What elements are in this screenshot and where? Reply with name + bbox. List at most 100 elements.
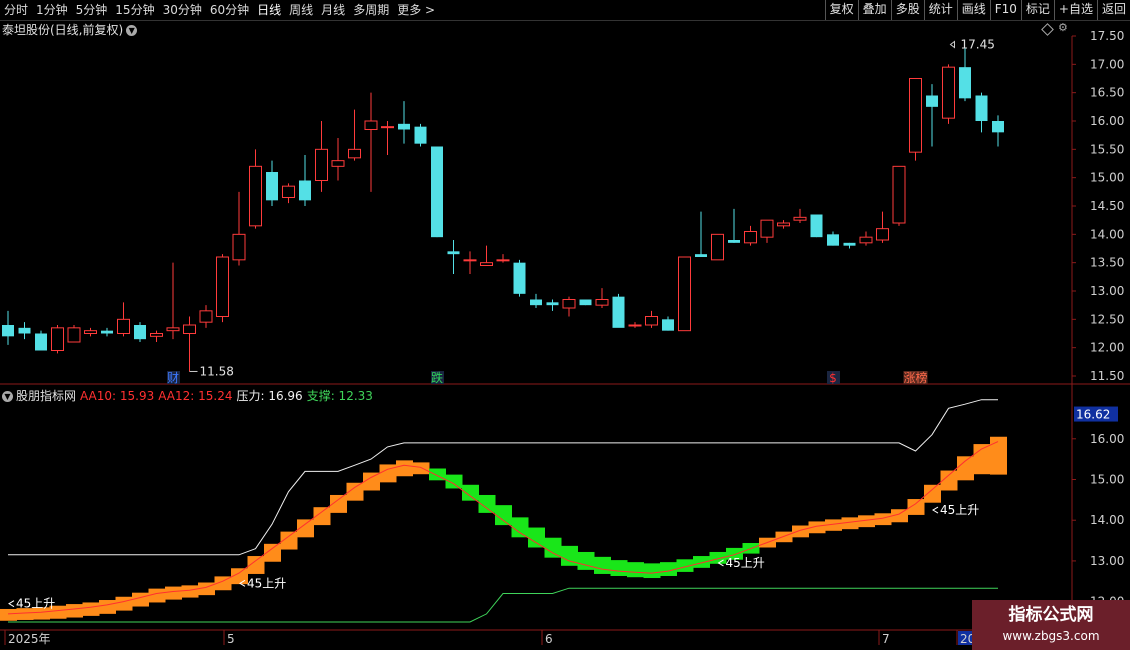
candle-body: [496, 259, 510, 262]
band-bar: [396, 460, 413, 477]
current-value-label: 16.62: [1076, 408, 1110, 422]
candle-body: [18, 327, 31, 334]
candle-body: [876, 228, 889, 241]
y-tick-label: 15.50: [1090, 142, 1124, 156]
band-bar: [990, 436, 1007, 475]
candle-body: [84, 330, 97, 334]
event-marker: 跌: [431, 370, 443, 385]
band-bar: [577, 551, 595, 570]
pressure-line: [8, 399, 998, 556]
band-bar: [181, 585, 199, 598]
candle-body: [513, 262, 526, 294]
candle-body: [299, 180, 311, 201]
candle-body: [612, 296, 625, 328]
y-tick-label: 11.50: [1090, 369, 1124, 383]
indicator-tick-label: 16.00: [1090, 432, 1124, 446]
indicator-tick-label: 13.00: [1090, 554, 1124, 568]
band-bar: [594, 556, 611, 574]
band-bar: [148, 588, 166, 603]
aa10-label: AA10: 15.93: [80, 389, 155, 403]
event-marker: 财: [167, 371, 179, 385]
candle-body: [810, 214, 823, 238]
event-marker: 涨榜: [903, 370, 927, 385]
high-marker: [949, 40, 955, 49]
candle-body: [892, 165, 906, 224]
band-bar: [445, 474, 463, 489]
candle-body: [35, 333, 47, 351]
y-tick-label: 14.00: [1090, 227, 1124, 241]
candle-body: [447, 251, 460, 255]
candle-body: [975, 95, 988, 121]
y-tick-label: 13.50: [1090, 256, 1124, 270]
candle-body: [777, 222, 790, 227]
candle-body: [562, 299, 576, 309]
candle-body: [150, 333, 163, 337]
band-bar: [99, 600, 116, 614]
candle-body: [843, 242, 856, 246]
candle-body: [315, 148, 328, 181]
candle-body: [414, 126, 427, 144]
band-bar: [379, 464, 397, 483]
candle-body: [2, 325, 14, 337]
candle-body: [431, 146, 443, 238]
candle-body: [282, 185, 295, 199]
band-bar: [610, 560, 628, 576]
candle-body: [711, 233, 724, 261]
candle-body: [51, 327, 64, 352]
aa12-label: AA12: 15.24: [158, 389, 233, 403]
y-tick-label: 15.00: [1090, 171, 1124, 185]
band-bar: [412, 462, 430, 475]
candle-body: [199, 310, 213, 323]
indicator-tick-label: 14.00: [1090, 513, 1124, 527]
candle-body: [331, 160, 345, 167]
candle-body: [959, 67, 971, 99]
candle-body: [166, 327, 180, 332]
signal-label: 45上升: [247, 576, 286, 590]
indicator-name: 股朋指标网: [16, 389, 77, 403]
candle-body: [827, 234, 839, 246]
band-bar: [627, 562, 644, 578]
low-price-label: 11.58: [200, 364, 234, 378]
band-bar: [495, 505, 512, 526]
candle-body: [183, 324, 196, 334]
band-bar: [643, 563, 661, 579]
kline-chart[interactable]: 17.50 17.00 16.50 16.00 15.50 15.00 14.50 14.00…: [0, 0, 1130, 650]
candle-body: [348, 148, 361, 159]
candle-body: [216, 256, 229, 317]
candle-body: [695, 254, 707, 257]
band-bar: [115, 596, 133, 611]
candle-body: [926, 95, 938, 107]
band-bar: [462, 484, 479, 501]
candle-body: [628, 324, 642, 327]
pressure-label: 压力: 16.96: [236, 389, 303, 403]
y-tick-label: 17.50: [1090, 29, 1124, 43]
candle-body: [992, 121, 1004, 133]
band-bar: [693, 556, 710, 568]
candle-body: [381, 126, 394, 129]
candle-body: [117, 318, 130, 335]
support-label: 支撑: 12.33: [306, 389, 373, 403]
indicator-header: ▼ 股朋指标网 AA10: 15.93 AA12: 15.24 压力: 16.96 支撑:…: [2, 387, 377, 404]
candle-body: [266, 172, 278, 201]
candle-body: [859, 236, 873, 244]
signal-label: 45上升: [940, 503, 979, 517]
candle-body: [942, 66, 955, 119]
y-tick-label: 16.50: [1090, 86, 1124, 100]
band-bar: [82, 602, 100, 616]
y-tick-label: 17.00: [1090, 57, 1124, 71]
candle-body: [398, 123, 410, 130]
candle-body: [678, 256, 691, 332]
band-bar: [165, 586, 182, 600]
y-tick-label: 12.50: [1090, 312, 1124, 326]
candle-body: [232, 233, 246, 261]
watermark: 指标公式网 www.zbgs3.com: [972, 600, 1130, 650]
candle-body: [579, 299, 592, 306]
candle-body: [480, 262, 493, 266]
chevron-down-icon[interactable]: ▼: [2, 391, 13, 402]
candle-body: [595, 299, 609, 306]
date-label: 7: [882, 632, 890, 646]
candle-body: [909, 78, 922, 153]
y-tick-label: 14.50: [1090, 199, 1124, 213]
band-bar: [363, 472, 380, 491]
candle-body: [463, 259, 477, 262]
